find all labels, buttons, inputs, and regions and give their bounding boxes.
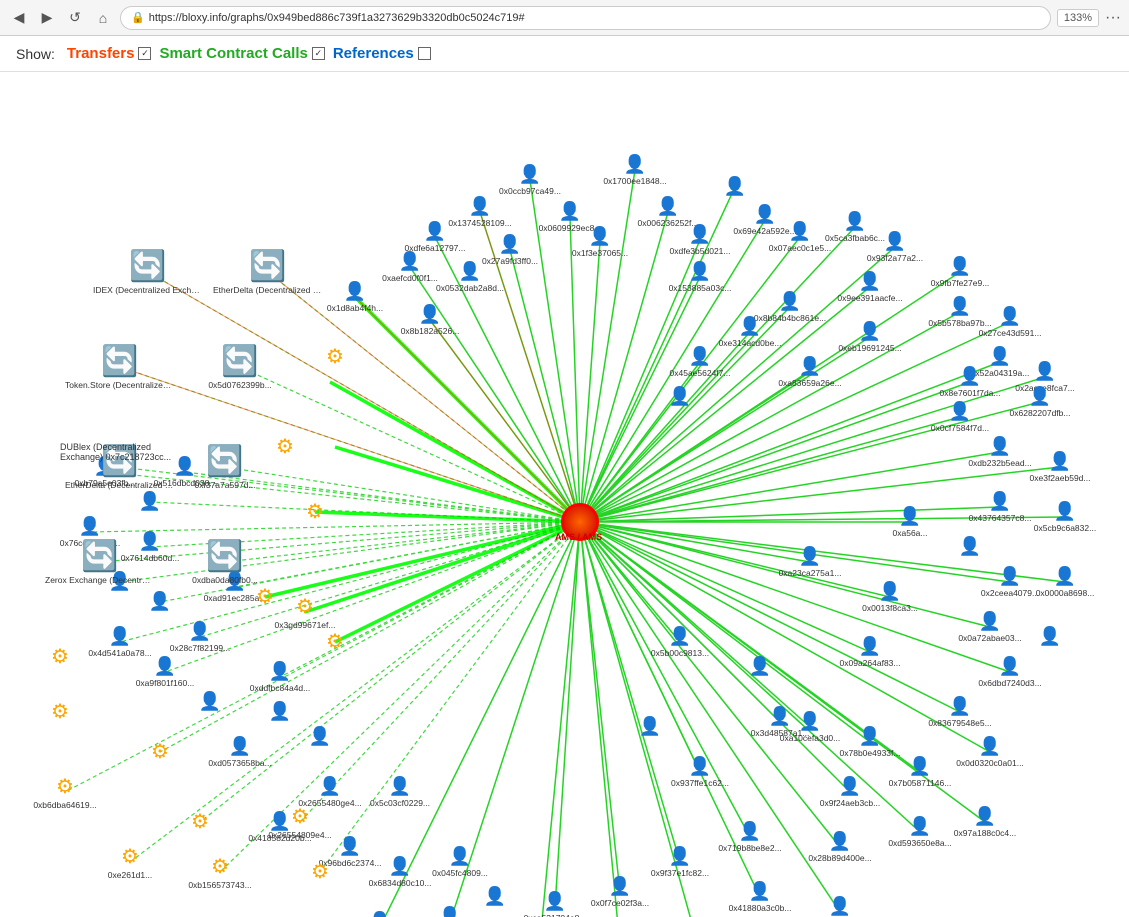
exchange-label: EtherDelta (Decentralized Exchange) 0xbf…	[213, 285, 323, 295]
exchange-label: EtherDelta (Decentralized Exchange) 0x8d…	[65, 480, 175, 490]
browser-chrome: ◀ ▶ ↺ ⌂ 🔒 https://bloxy.info/graphs/0x94…	[0, 0, 1129, 36]
references-filter[interactable]: References	[333, 45, 431, 62]
show-toolbar: Show: Transfers Smart Contract Calls Ref…	[0, 36, 1129, 72]
exchange-label: 0xdba0da80fb0...	[192, 575, 258, 585]
exchange-label: 0x5d0762399b...	[208, 380, 271, 390]
transfers-filter[interactable]: Transfers	[67, 45, 152, 62]
home-button[interactable]: ⌂	[92, 7, 114, 29]
graph-area: 👤0x0ccb97ca49...👤0x1700ee1848...👤👤0x1374…	[0, 72, 1129, 917]
exchange-node-tokenstore[interactable]: 🔄 Token.Store (Decentralized Exchange) 0…	[65, 344, 175, 390]
smart-checkbox[interactable]	[312, 47, 325, 60]
forward-button[interactable]: ▶	[36, 7, 58, 29]
url-text: https://bloxy.info/graphs/0x949bed886c73…	[149, 12, 525, 24]
exchange-icon: 🔄	[206, 539, 243, 574]
exchange-icon: 🔄	[206, 444, 243, 479]
exchange-label: Token.Store (Decentralized Exchange) 0x1…	[65, 380, 175, 390]
exchange-node-etherdelta1[interactable]: 🔄 EtherDelta (Decentralized Exchange) 0x…	[213, 249, 323, 295]
exchange-label: Zerox Exchange (Decentralized Exchange) …	[45, 575, 155, 585]
smart-contract-label: Smart Contract Calls	[159, 45, 307, 62]
exchange-icon: 🔄	[129, 249, 166, 284]
show-label: Show:	[16, 46, 55, 62]
exchange-node-5[interactable]: 🔄 0xf37a7a597d...	[195, 444, 256, 490]
zoom-level: 133%	[1057, 9, 1099, 27]
references-checkbox[interactable]	[418, 47, 431, 60]
dublex-label: DUBlex (Decentralized Exchange) 0x7c2187…	[60, 442, 190, 462]
transfers-checkbox[interactable]	[138, 47, 151, 60]
references-label: References	[333, 45, 414, 62]
exchange-node-4[interactable]: 🔄 0x5d0762399b...	[208, 344, 271, 390]
exchange-icon: 🔄	[221, 344, 258, 379]
exchange-icon: 🔄	[249, 249, 286, 284]
browser-menu-button[interactable]: ···	[1105, 9, 1121, 27]
exchange-node-6[interactable]: 🔄 0xdba0da80fb0...	[192, 539, 258, 585]
back-button[interactable]: ◀	[8, 7, 30, 29]
smart-contract-filter[interactable]: Smart Contract Calls	[159, 45, 324, 62]
transfers-label: Transfers	[67, 45, 135, 62]
center-label: AMS / AMS	[555, 532, 602, 542]
reload-button[interactable]: ↺	[64, 7, 86, 29]
address-bar[interactable]: 🔒 https://bloxy.info/graphs/0x949bed886c…	[120, 6, 1051, 30]
exchange-icon: 🔄	[101, 344, 138, 379]
exchange-label: 0xf37a7a597d...	[195, 480, 256, 490]
exchange-node-zerox[interactable]: 🔄 Zerox Exchange (Decentralized Exchange…	[45, 539, 155, 585]
exchange-icon: 🔄	[81, 539, 118, 574]
exchange-node-idex[interactable]: 🔄 IDEX (Decentralized Exchange) 0x2ab0bc…	[93, 249, 203, 295]
exchange-label: IDEX (Decentralized Exchange) 0x2ab0bcc.…	[93, 285, 203, 295]
graph-svg	[0, 72, 1129, 917]
lock-icon: 🔒	[131, 11, 145, 24]
